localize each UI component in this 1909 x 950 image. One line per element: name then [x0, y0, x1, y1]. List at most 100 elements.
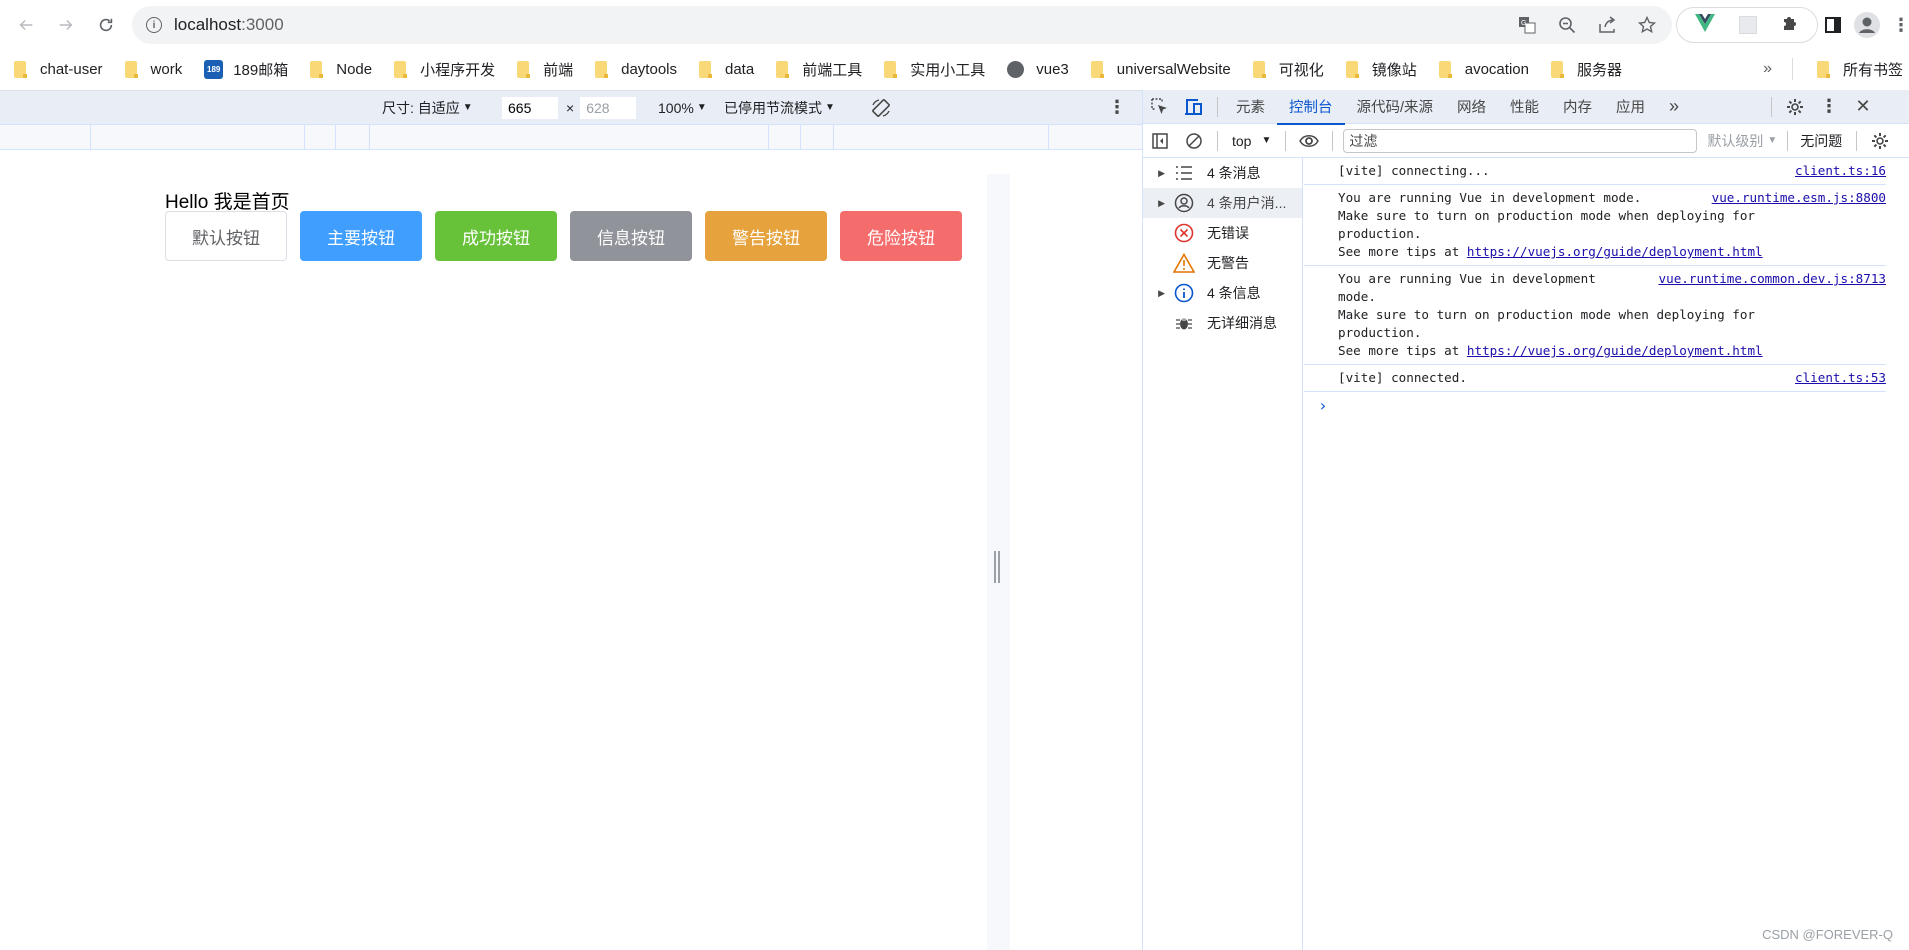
console-sidebar-item[interactable]: ▶ 4 条消息: [1143, 158, 1302, 188]
sidebar-item-label: 4 条消息: [1207, 165, 1261, 181]
message-link[interactable]: https://vuejs.org/guide/deployment.html: [1467, 343, 1763, 358]
address-bar[interactable]: i localhost:3000 G: [132, 6, 1672, 44]
bookmark-item[interactable]: work: [111, 55, 191, 83]
bookmark-item[interactable]: 小程序开发: [380, 55, 503, 83]
url-text[interactable]: localhost:3000: [174, 15, 284, 35]
extension-placeholder-icon[interactable]: [1739, 16, 1757, 34]
message-source-link[interactable]: client.ts:53: [1789, 369, 1886, 387]
viewport-resize-handle[interactable]: [994, 551, 1001, 583]
bookmark-item[interactable]: data: [685, 55, 762, 83]
sidebar-toggle-icon[interactable]: [1143, 124, 1177, 158]
zoom-out-icon[interactable]: [1556, 14, 1578, 36]
width-input[interactable]: [502, 96, 558, 119]
bookmarks-overflow-button[interactable]: »: [1753, 60, 1782, 78]
reload-button[interactable]: [86, 5, 126, 45]
console-filter-input[interactable]: [1343, 128, 1698, 153]
button-row: 默认按钮 主要按钮 成功按钮 信息按钮 警告按钮 危险按钮: [165, 211, 962, 261]
console-settings-icon[interactable]: [1863, 124, 1897, 158]
device-toolbar-menu-icon[interactable]: ⋮: [1108, 97, 1126, 118]
expand-triangle-icon[interactable]: ▶: [1143, 288, 1165, 299]
message-link[interactable]: https://vuejs.org/guide/deployment.html: [1467, 244, 1763, 259]
bookmark-item[interactable]: 镜像站: [1332, 55, 1425, 83]
devtools-tab[interactable]: 控制台: [1277, 90, 1345, 125]
devtools-tab[interactable]: 源代码/来源: [1345, 90, 1446, 124]
more-tabs-button[interactable]: »: [1657, 90, 1691, 124]
bookmark-item[interactable]: 服务器: [1537, 55, 1630, 83]
default-button[interactable]: 默认按钮: [165, 211, 287, 261]
devtools-menu-icon[interactable]: ⋮: [1812, 90, 1846, 124]
expand-triangle-icon[interactable]: ▶: [1143, 198, 1165, 209]
console-prompt[interactable]: ›: [1304, 392, 1909, 415]
devtools-tab[interactable]: 应用: [1604, 90, 1657, 124]
warning-button[interactable]: 警告按钮: [705, 211, 827, 261]
translate-icon[interactable]: G: [1516, 14, 1538, 36]
page-viewport: Hello 我是首页 默认按钮 主要按钮 成功按钮 信息按钮 警告按钮 危险按钮: [0, 150, 987, 950]
devtools-tab[interactable]: 性能: [1498, 90, 1551, 124]
media-query-marker[interactable]: [304, 125, 305, 149]
devtools-tab[interactable]: 内存: [1551, 90, 1604, 124]
media-query-marker[interactable]: [833, 125, 834, 149]
all-bookmarks-folder[interactable]: 所有书签: [1803, 55, 1909, 83]
message-source-link[interactable]: vue.runtime.esm.js:8800: [1705, 189, 1886, 207]
forward-button[interactable]: [46, 5, 86, 45]
side-panel-icon[interactable]: [1818, 10, 1848, 40]
media-query-marker[interactable]: [335, 125, 336, 149]
folder-icon: [517, 60, 531, 78]
bookmark-star-icon[interactable]: [1636, 14, 1658, 36]
bookmark-item[interactable]: daytools: [581, 55, 685, 83]
bookmark-item[interactable]: chat-user: [0, 55, 111, 83]
media-query-marker[interactable]: [800, 125, 801, 149]
clear-console-icon[interactable]: [1177, 124, 1211, 158]
bookmark-item[interactable]: Node: [296, 55, 380, 83]
danger-button[interactable]: 危险按钮: [840, 211, 962, 261]
message-source-link[interactable]: client.ts:16: [1789, 162, 1886, 180]
devtools-tab[interactable]: 元素: [1224, 90, 1277, 124]
site-info-icon[interactable]: i: [146, 17, 162, 33]
puzzle-extensions-icon[interactable]: [1781, 14, 1799, 37]
bookmark-item[interactable]: universalWebsite: [1077, 55, 1239, 83]
inspect-element-icon[interactable]: [1143, 90, 1177, 124]
live-expression-eye-icon[interactable]: [1292, 124, 1326, 158]
primary-button[interactable]: 主要按钮: [300, 211, 422, 261]
height-input[interactable]: [580, 96, 637, 119]
dimensions-select[interactable]: 尺寸: 自适应 ▼: [382, 98, 473, 118]
issues-button[interactable]: 无问题: [1800, 131, 1842, 151]
browser-menu-icon[interactable]: ⋮: [1886, 10, 1909, 40]
profile-avatar[interactable]: [1854, 12, 1880, 38]
close-devtools-icon[interactable]: ✕: [1846, 90, 1880, 124]
back-button[interactable]: [6, 5, 46, 45]
devtools-tab[interactable]: 网络: [1445, 90, 1498, 124]
media-query-marker[interactable]: [768, 125, 769, 149]
bookmark-item[interactable]: 可视化: [1239, 55, 1332, 83]
console-sidebar-item[interactable]: ▶ 4 条信息: [1143, 278, 1302, 308]
rotate-button[interactable]: [870, 97, 892, 119]
bookmark-item[interactable]: 189 189邮箱: [190, 55, 296, 83]
share-icon[interactable]: [1596, 14, 1618, 36]
bookmark-item[interactable]: vue3: [993, 55, 1077, 83]
console-sidebar-item[interactable]: 无错误: [1143, 218, 1302, 248]
console-sidebar-item[interactable]: ▶ 4 条用户消...: [1143, 188, 1302, 218]
vue-devtools-icon[interactable]: [1695, 13, 1715, 37]
bookmark-item[interactable]: avocation: [1425, 55, 1537, 83]
throttling-select[interactable]: 已停用节流模式 ▼: [724, 98, 835, 118]
bookmark-item[interactable]: 前端: [503, 55, 581, 83]
media-query-marker[interactable]: [90, 125, 91, 149]
success-button[interactable]: 成功按钮: [435, 211, 557, 261]
device-toggle-icon[interactable]: [1177, 90, 1211, 124]
media-query-marker[interactable]: [1048, 125, 1049, 149]
expand-triangle-icon[interactable]: ▶: [1143, 168, 1165, 179]
zoom-select[interactable]: 100% ▼: [658, 100, 707, 116]
bookmark-item[interactable]: 前端工具: [762, 55, 870, 83]
context-select[interactable]: top ▼: [1224, 133, 1279, 149]
console-toolbar: top▼ 默认级别▼ 无问题: [1143, 124, 1909, 158]
console-sidebar-item[interactable]: 无警告: [1143, 248, 1302, 278]
message-source-link[interactable]: vue.runtime.common.dev.js:8713: [1652, 270, 1886, 288]
settings-gear-icon[interactable]: [1778, 90, 1812, 124]
bookmark-item[interactable]: 实用小工具: [870, 55, 993, 83]
console-sidebar-item[interactable]: 无详细消息: [1143, 308, 1302, 338]
media-query-marker[interactable]: [369, 125, 370, 149]
media-query-bar[interactable]: [0, 124, 1142, 150]
folder-icon: [699, 60, 712, 78]
info-button[interactable]: 信息按钮: [570, 211, 692, 261]
log-level-select[interactable]: 默认级别 ▼: [1707, 131, 1777, 151]
